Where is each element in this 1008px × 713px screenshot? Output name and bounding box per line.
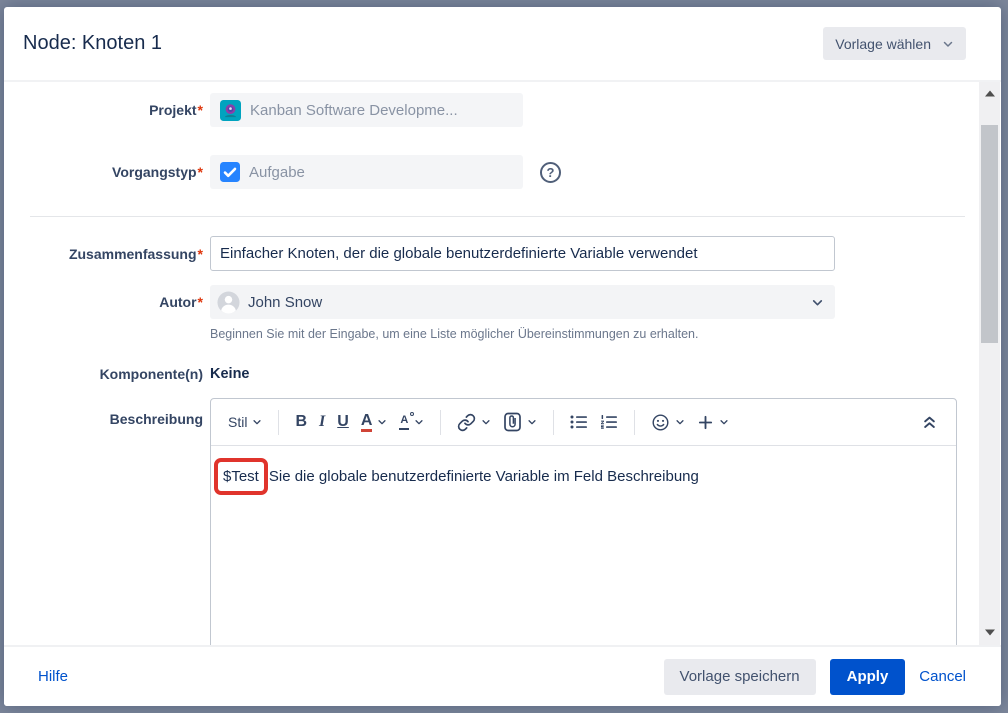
issue-type-field[interactable]: Aufgabe [210, 155, 523, 189]
chevron-down-icon [377, 417, 387, 427]
toolbar-separator [440, 410, 441, 435]
user-avatar-icon [217, 291, 240, 314]
style-dropdown-button[interactable]: Stil [222, 410, 268, 434]
more-formatting-button[interactable]: A [393, 410, 430, 433]
scroll-down-arrow-icon[interactable] [979, 624, 1000, 640]
bullet-list-button[interactable] [564, 410, 594, 434]
author-select[interactable]: John Snow [210, 285, 835, 319]
help-link[interactable]: Hilfe [38, 668, 68, 685]
footer-actions: Vorlage speichern Apply Cancel [664, 659, 966, 695]
description-textarea[interactable]: $Test Sie die globale benutzerdefinierte … [211, 446, 956, 645]
summary-row: Zusammenfassung* [4, 236, 1001, 271]
scroll-up-arrow-icon[interactable] [979, 85, 1000, 101]
chevron-down-icon [527, 417, 537, 427]
toolbar-separator [634, 410, 635, 435]
chevron-down-icon [811, 296, 824, 309]
variable-token: $Test [223, 468, 259, 485]
template-select-button[interactable]: Vorlage wählen [823, 27, 966, 60]
modal-body: Projekt* Kanban Software Developme... Vo… [4, 80, 1001, 645]
more-formatting-icon: A [399, 414, 409, 429]
text-color-icon: A [361, 412, 373, 433]
toolbar-separator [278, 410, 279, 435]
underline-icon: U [337, 413, 349, 431]
summary-input[interactable] [210, 236, 835, 271]
apply-button[interactable]: Apply [830, 659, 906, 695]
chevron-down-icon [252, 417, 262, 427]
project-value: Kanban Software Developme... [250, 102, 458, 119]
description-text-rest: Sie die globale benutzerdefinierte Varia… [269, 468, 699, 485]
attachment-button[interactable] [497, 408, 543, 436]
chevron-down-icon [414, 417, 424, 427]
cancel-link[interactable]: Cancel [919, 668, 966, 685]
emoji-icon [651, 413, 670, 432]
components-row: Komponente(n) Keine [4, 366, 1001, 382]
project-field[interactable]: Kanban Software Developme... [210, 93, 523, 127]
description-editor: Stil B I U A [210, 398, 957, 645]
toolbar-separator [553, 410, 554, 435]
annotation-highlight-box: $Test [214, 458, 268, 495]
modal-footer: Hilfe Vorlage speichern Apply Cancel [4, 645, 1001, 706]
description-label: Beschreibung [4, 398, 203, 427]
scrollbar-thumb[interactable] [981, 125, 998, 343]
underline-button[interactable]: U [331, 409, 355, 435]
required-mark: * [198, 294, 203, 310]
section-divider [30, 216, 965, 217]
chevron-down-icon [481, 417, 491, 427]
italic-button[interactable]: I [313, 409, 331, 435]
create-issue-modal: Node: Knoten 1 Vorlage wählen Projekt* K… [4, 7, 1001, 706]
required-mark: * [198, 164, 203, 180]
plus-icon [697, 414, 714, 431]
issue-type-label: Vorgangstyp* [4, 164, 203, 180]
link-icon [457, 413, 476, 432]
chevron-down-icon [942, 38, 954, 50]
double-chevron-up-icon [922, 414, 937, 430]
save-template-button[interactable]: Vorlage speichern [664, 659, 816, 695]
numbered-list-icon [600, 414, 618, 430]
text-color-button[interactable]: A [355, 408, 394, 437]
style-dropdown-label: Stil [228, 414, 247, 430]
body-scrollbar[interactable] [979, 80, 1000, 645]
required-mark: * [198, 102, 203, 118]
project-row: Projekt* Kanban Software Developme... [4, 93, 1001, 127]
numbered-list-button[interactable] [594, 410, 624, 434]
author-row: Autor* John Snow [4, 285, 1001, 319]
editor-toolbar: Stil B I U A [211, 399, 956, 446]
author-label: Autor* [4, 294, 203, 310]
description-row: Beschreibung Stil B I U A [4, 398, 1001, 645]
project-label: Projekt* [4, 102, 203, 118]
issue-type-row: Vorgangstyp* Aufgabe ? [4, 155, 1001, 189]
modal-header: Node: Knoten 1 Vorlage wählen [4, 7, 1001, 80]
components-value: Keine [210, 366, 250, 382]
page-title: Node: Knoten 1 [23, 32, 162, 55]
bold-icon: B [295, 413, 307, 431]
project-avatar-icon [220, 100, 241, 121]
dimmed-page-backdrop: { "colors": { "accent_blue": "#0052cc", … [0, 0, 1008, 713]
link-button[interactable] [451, 409, 497, 436]
task-checkbox-icon [220, 162, 240, 182]
bold-button[interactable]: B [289, 409, 313, 435]
help-icon[interactable]: ? [540, 162, 561, 183]
summary-label: Zusammenfassung* [4, 246, 203, 262]
paperclip-icon [503, 412, 522, 432]
chevron-down-icon [675, 417, 685, 427]
insert-more-button[interactable] [691, 410, 735, 435]
issue-type-value: Aufgabe [249, 164, 305, 181]
components-label: Komponente(n) [4, 366, 203, 382]
template-select-label: Vorlage wählen [835, 36, 931, 52]
italic-icon: I [319, 413, 325, 431]
author-value: John Snow [248, 294, 322, 311]
chevron-down-icon [719, 417, 729, 427]
emoji-button[interactable] [645, 409, 691, 436]
bullet-list-icon [570, 414, 588, 430]
description-text: $Test Sie die globale benutzerdefinierte … [221, 458, 944, 495]
author-hint: Beginnen Sie mit der Eingabe, um eine Li… [210, 327, 1001, 341]
collapse-toolbar-button[interactable] [916, 410, 943, 434]
required-mark: * [198, 246, 203, 262]
